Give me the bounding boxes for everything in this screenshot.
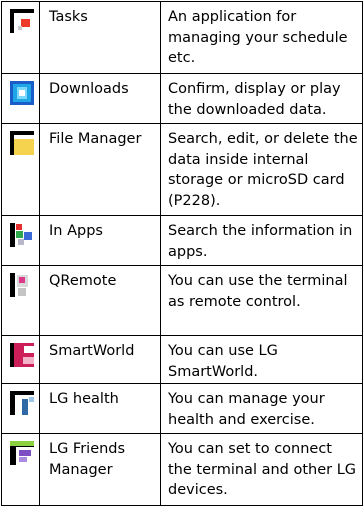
- app-description-cell: Search the information in apps.: [160, 215, 363, 266]
- app-row-tasks: Tasks An application for managing your sc…: [1, 1, 363, 74]
- app-name: LG health: [49, 391, 119, 407]
- app-description: You can set to connect the terminal and …: [168, 441, 357, 498]
- downloads-icon: [10, 81, 34, 105]
- app-name: File Manager: [49, 131, 142, 147]
- app-description-cell: An application for managing your schedul…: [160, 1, 363, 74]
- downloads-icon-shape: [19, 90, 25, 96]
- icon-cell: [1, 335, 40, 384]
- app-description: You can use LG SmartWorld.: [168, 343, 278, 380]
- icon-cell: [1, 1, 40, 74]
- app-description: Search, edit, or delete the data inside …: [168, 131, 358, 209]
- app-description-cell: Search, edit, or delete the data inside …: [160, 123, 363, 216]
- icon-cell: [1, 383, 40, 434]
- icon-cell: [1, 73, 40, 124]
- app-name-cell: In Apps: [39, 215, 161, 266]
- app-description-cell: You can manage your health and exercise.: [160, 383, 363, 434]
- app-name-cell: QRemote: [39, 265, 161, 336]
- health-icon-shape: [22, 399, 28, 415]
- app-table-body: Tasks An application for managing your sc…: [1, 1, 363, 506]
- app-description: Confirm, display or play the downloaded …: [168, 81, 341, 118]
- remote-icon-shape: [18, 288, 26, 296]
- app-name: QRemote: [49, 273, 117, 289]
- friends-manager-icon-shape: [10, 441, 34, 446]
- icon-cell: [1, 215, 40, 266]
- app-name-cell: Downloads: [39, 73, 161, 124]
- app-description: You can use the terminal as remote contr…: [168, 273, 348, 310]
- remote-icon-shape: [19, 277, 25, 283]
- smartworld-icon-shape: [23, 357, 34, 364]
- app-description: An application for managing your schedul…: [168, 9, 348, 66]
- folder-icon: [10, 131, 34, 155]
- friends-manager-icon-shape: [19, 450, 31, 456]
- app-row-in-apps: In Apps Search the information in apps.: [1, 215, 363, 266]
- app-row-smartworld: SmartWorld You can use LG SmartWorld.: [1, 335, 363, 384]
- in-apps-icon-shape: [16, 224, 22, 230]
- app-name: LG Friends Manager: [49, 441, 126, 478]
- health-icon-shape: [29, 397, 34, 402]
- in-apps-icon-shape: [18, 239, 24, 245]
- friends-manager-icon: [10, 441, 34, 465]
- app-name-cell: Tasks: [39, 1, 161, 74]
- app-name: SmartWorld: [49, 343, 135, 359]
- friends-manager-icon-shape: [19, 457, 27, 462]
- remote-icon: [10, 273, 34, 297]
- app-name-cell: SmartWorld: [39, 335, 161, 384]
- tasks-icon: [10, 9, 34, 33]
- app-name-cell: File Manager: [39, 123, 161, 216]
- app-row-file-manager: File Manager Search, edit, or delete the …: [1, 123, 363, 216]
- app-name: Tasks: [49, 9, 88, 25]
- app-row-lg-health: LG health You can manage your health and …: [1, 383, 363, 434]
- app-name: Downloads: [49, 81, 129, 97]
- tasks-icon-shape: [21, 19, 30, 27]
- app-row-downloads: Downloads Confirm, display or play the do…: [1, 73, 363, 124]
- tasks-icon-shape: [18, 26, 22, 30]
- icon-cell: [1, 265, 40, 336]
- app-name-cell: LG Friends Manager: [39, 433, 161, 506]
- folder-icon-shape: [14, 139, 34, 155]
- app-table: Tasks An application for managing your sc…: [1, 1, 363, 506]
- app-row-lg-friends-manager: LG Friends Manager You can set to connect…: [1, 433, 363, 506]
- app-name-cell: LG health: [39, 383, 161, 434]
- in-apps-icon-shape: [16, 231, 23, 238]
- app-description-cell: You can set to connect the terminal and …: [160, 433, 363, 506]
- app-description-cell: Confirm, display or play the downloaded …: [160, 73, 363, 124]
- app-row-qremote: QRemote You can use the terminal as remot…: [1, 265, 363, 336]
- icon-cell: [1, 433, 40, 506]
- smartworld-icon-shape: [24, 346, 34, 353]
- health-icon: [10, 391, 34, 415]
- app-description-cell: You can use LG SmartWorld.: [160, 335, 363, 384]
- app-name: In Apps: [49, 223, 103, 239]
- app-description: Search the information in apps.: [168, 223, 353, 260]
- smartworld-icon: [10, 343, 34, 367]
- app-description-cell: You can use the terminal as remote contr…: [160, 265, 363, 336]
- in-apps-icon-shape: [24, 232, 32, 240]
- app-description: You can manage your health and exercise.: [168, 391, 325, 428]
- icon-cell: [1, 123, 40, 216]
- in-apps-icon: [10, 223, 34, 247]
